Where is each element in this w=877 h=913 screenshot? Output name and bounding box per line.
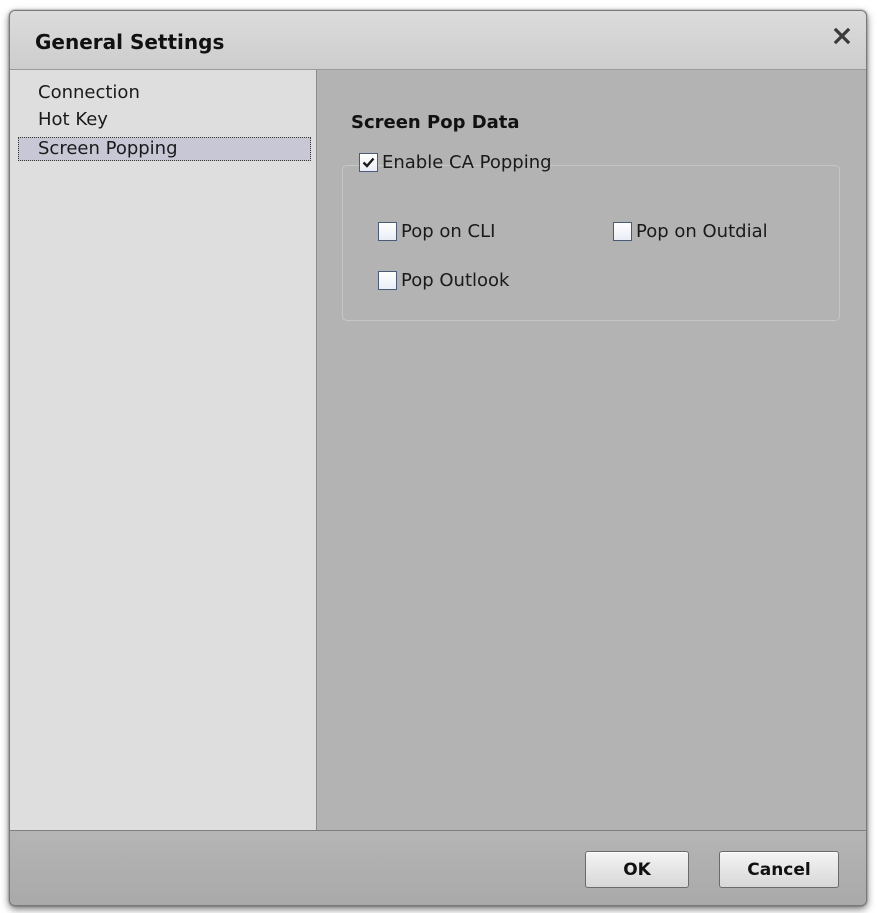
pop-outlook-label: Pop Outlook bbox=[401, 270, 510, 291]
nav-item-screen-popping[interactable]: Screen Popping bbox=[18, 137, 311, 161]
pop-on-outdial-checkbox[interactable]: Pop on Outdial bbox=[613, 221, 768, 242]
title-bar: General Settings bbox=[10, 11, 866, 70]
pop-on-outdial-label: Pop on Outdial bbox=[636, 221, 768, 242]
settings-content: Screen Pop Data Enable CA Popping Pop on… bbox=[317, 70, 866, 830]
settings-nav: Connection Hot Key Screen Popping bbox=[10, 70, 317, 830]
close-icon bbox=[833, 27, 851, 45]
general-settings-dialog: General Settings Connection Hot Key Scre… bbox=[9, 10, 867, 906]
close-button[interactable] bbox=[828, 22, 856, 50]
ok-button[interactable]: OK bbox=[585, 851, 689, 888]
checkbox-checked bbox=[359, 153, 378, 172]
pop-outlook-checkbox[interactable]: Pop Outlook bbox=[378, 270, 509, 291]
pop-on-cli-label: Pop on CLI bbox=[401, 221, 496, 242]
checkbox-unchecked bbox=[378, 271, 397, 290]
dialog-body: Connection Hot Key Screen Popping Screen… bbox=[10, 70, 866, 830]
enable-ca-popping-label: Enable CA Popping bbox=[382, 152, 552, 173]
pop-on-cli-checkbox[interactable]: Pop on CLI bbox=[378, 221, 495, 242]
nav-item-hot-key[interactable]: Hot Key bbox=[18, 108, 311, 132]
checkbox-unchecked bbox=[378, 222, 397, 241]
checkmark-icon bbox=[362, 157, 375, 168]
enable-ca-popping-checkbox[interactable]: Enable CA Popping bbox=[359, 152, 552, 173]
cancel-button[interactable]: Cancel bbox=[719, 851, 839, 888]
popping-options-group bbox=[342, 165, 840, 321]
dialog-footer: OK Cancel bbox=[10, 830, 866, 905]
section-title: Screen Pop Data bbox=[351, 112, 520, 133]
checkbox-unchecked bbox=[613, 222, 632, 241]
dialog-title: General Settings bbox=[35, 30, 225, 54]
nav-item-connection[interactable]: Connection bbox=[18, 81, 311, 105]
